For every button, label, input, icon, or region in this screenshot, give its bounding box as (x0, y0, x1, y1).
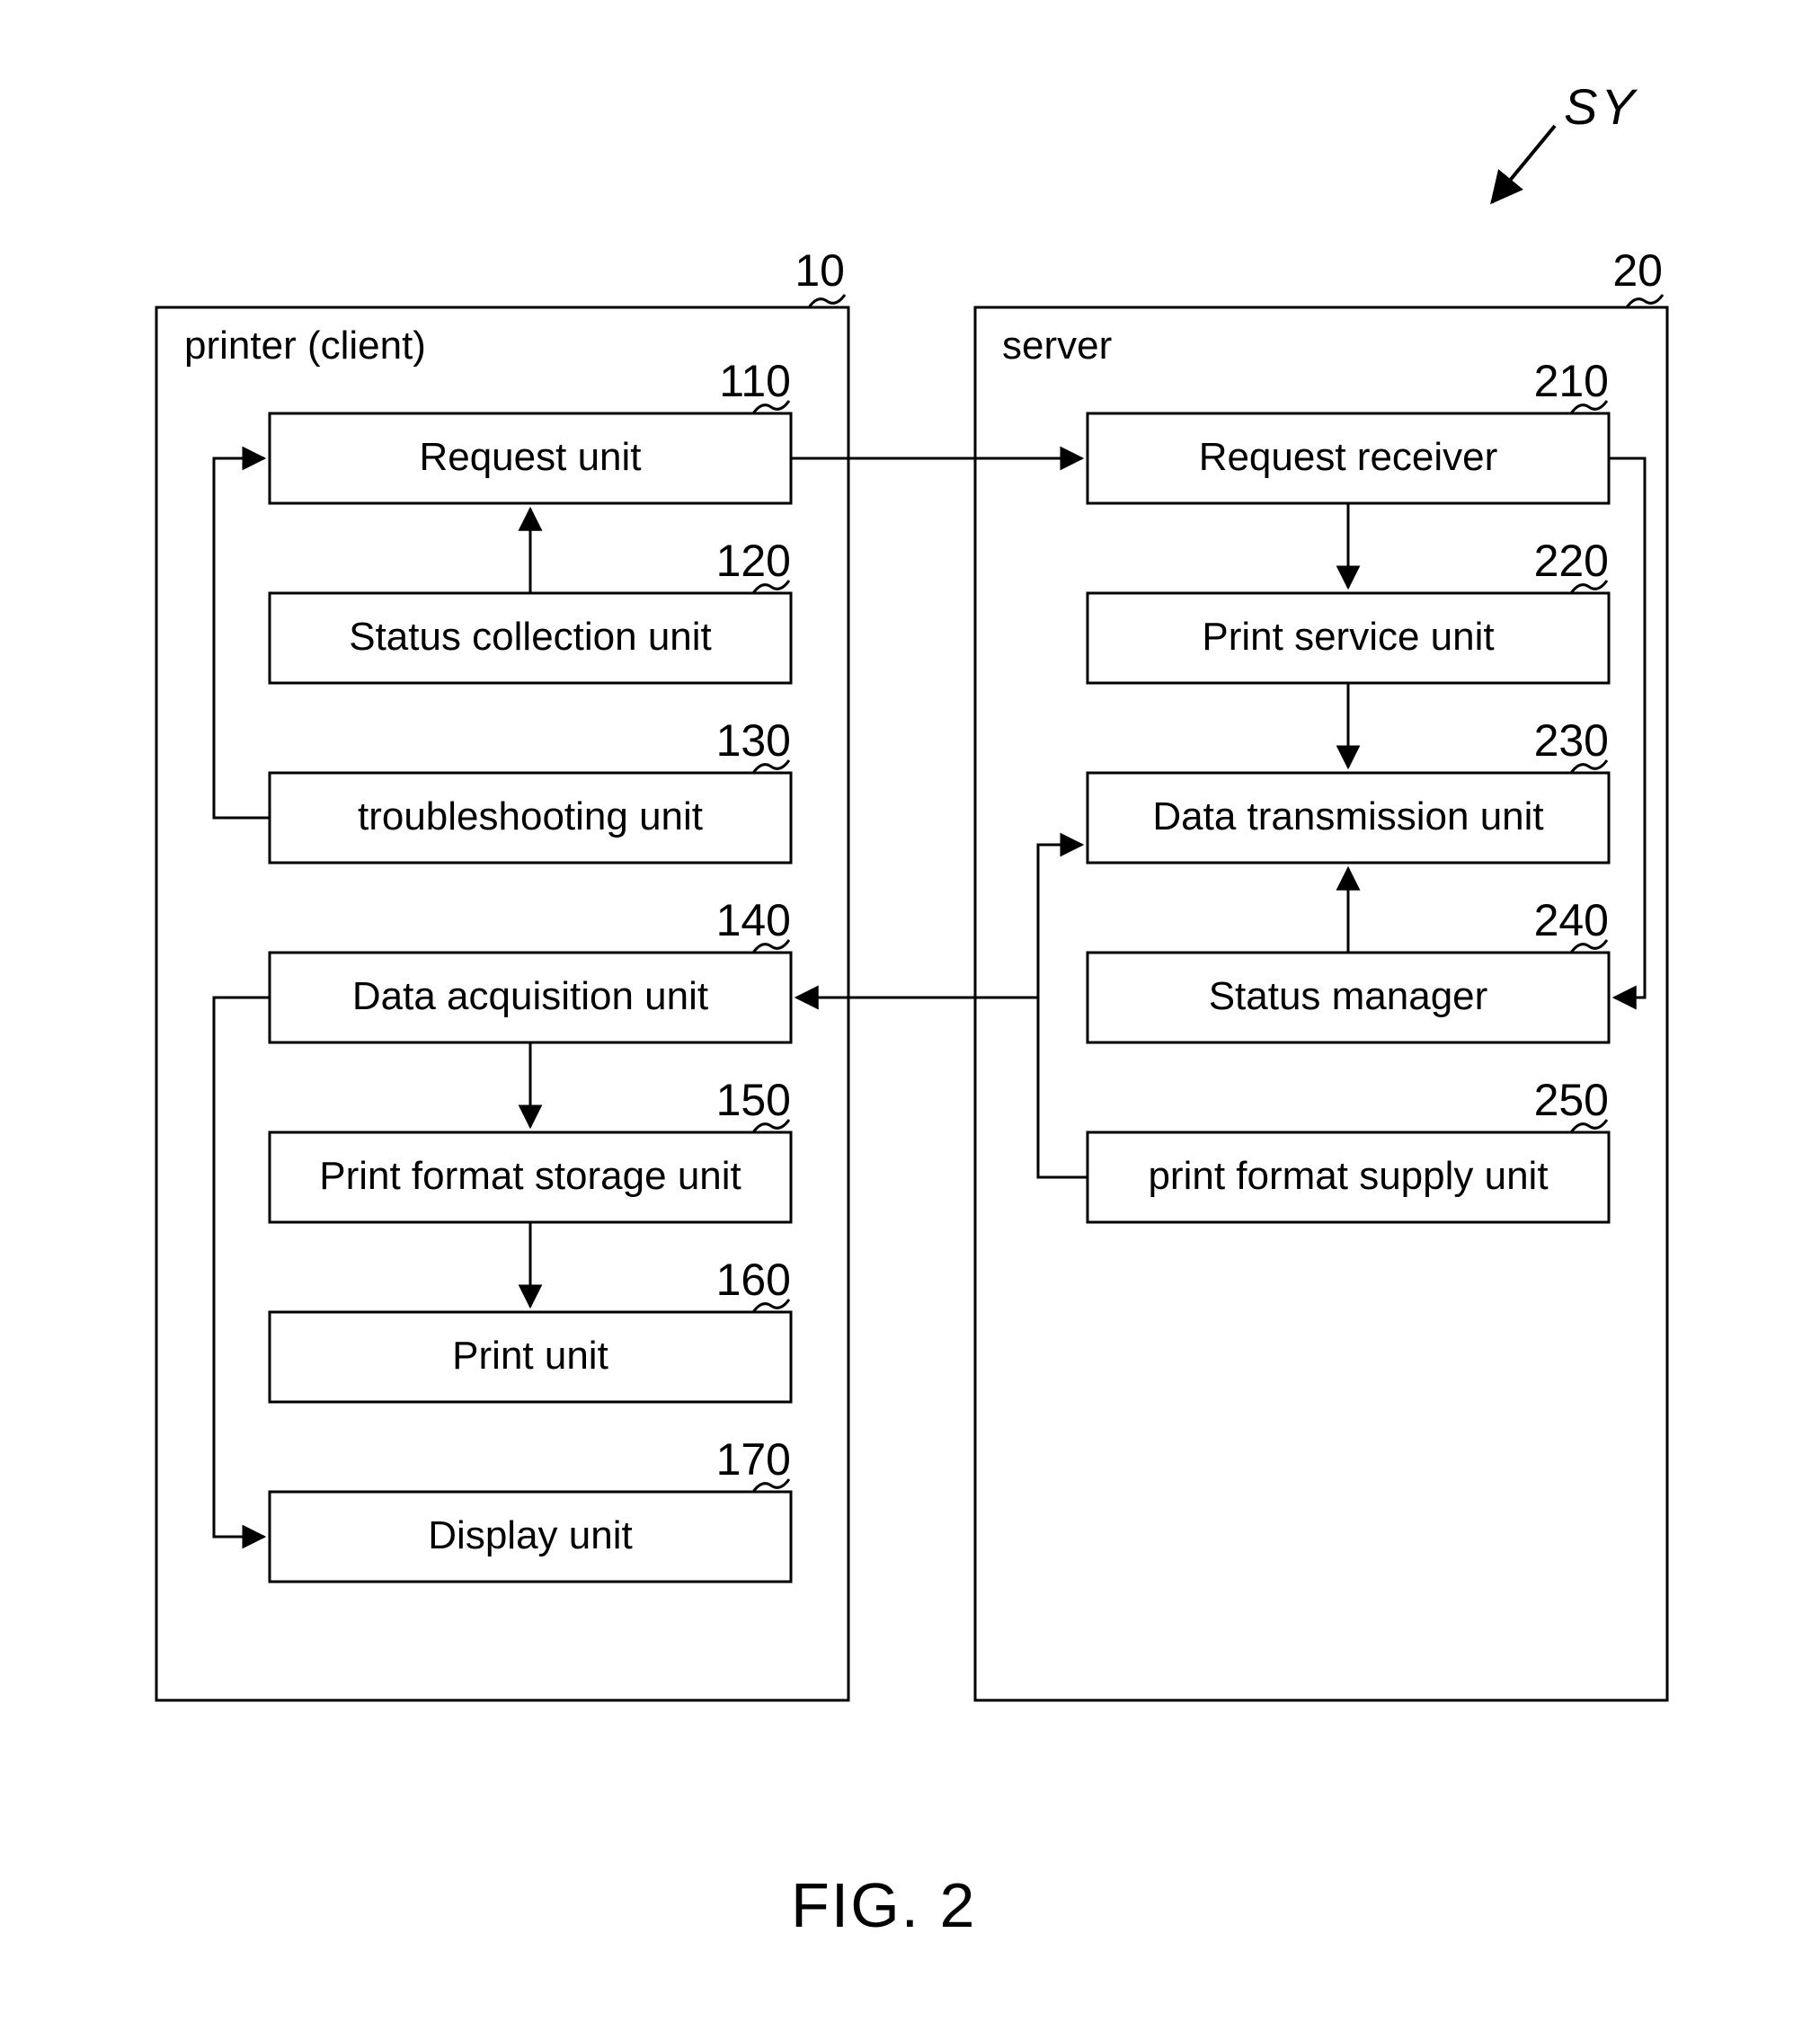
num-160: 160 (710, 1254, 791, 1306)
num-220: 220 (1528, 535, 1609, 587)
label-250: print format supply unit (1088, 1154, 1609, 1199)
label-160: Print unit (270, 1334, 791, 1379)
num-250: 250 (1528, 1074, 1609, 1126)
num-210: 210 (1528, 355, 1609, 407)
server-container-label: server (1002, 324, 1112, 368)
label-170: Display unit (270, 1513, 791, 1558)
server-container-num: 20 (1600, 244, 1663, 297)
client-container-label: printer (client) (184, 324, 426, 368)
num-140: 140 (710, 894, 791, 946)
label-140: Data acquisition unit (270, 974, 791, 1019)
sy-label: SY (1564, 77, 1638, 136)
label-210: Request receiver (1088, 435, 1609, 480)
label-110: Request unit (270, 435, 791, 480)
num-150: 150 (710, 1074, 791, 1126)
label-220: Print service unit (1088, 615, 1609, 660)
num-110: 110 (710, 355, 791, 407)
label-120: Status collection unit (270, 615, 791, 660)
num-170: 170 (710, 1433, 791, 1486)
label-150: Print format storage unit (270, 1154, 791, 1199)
label-130: troubleshooting unit (270, 794, 791, 839)
num-240: 240 (1528, 894, 1609, 946)
sy-arrow (1492, 126, 1555, 202)
num-230: 230 (1528, 714, 1609, 767)
num-130: 130 (710, 714, 791, 767)
num-120: 120 (710, 535, 791, 587)
figure-label: FIG. 2 (791, 1869, 976, 1941)
label-240: Status manager (1088, 974, 1609, 1019)
label-230: Data transmission unit (1088, 794, 1609, 839)
client-container-num: 10 (782, 244, 845, 297)
